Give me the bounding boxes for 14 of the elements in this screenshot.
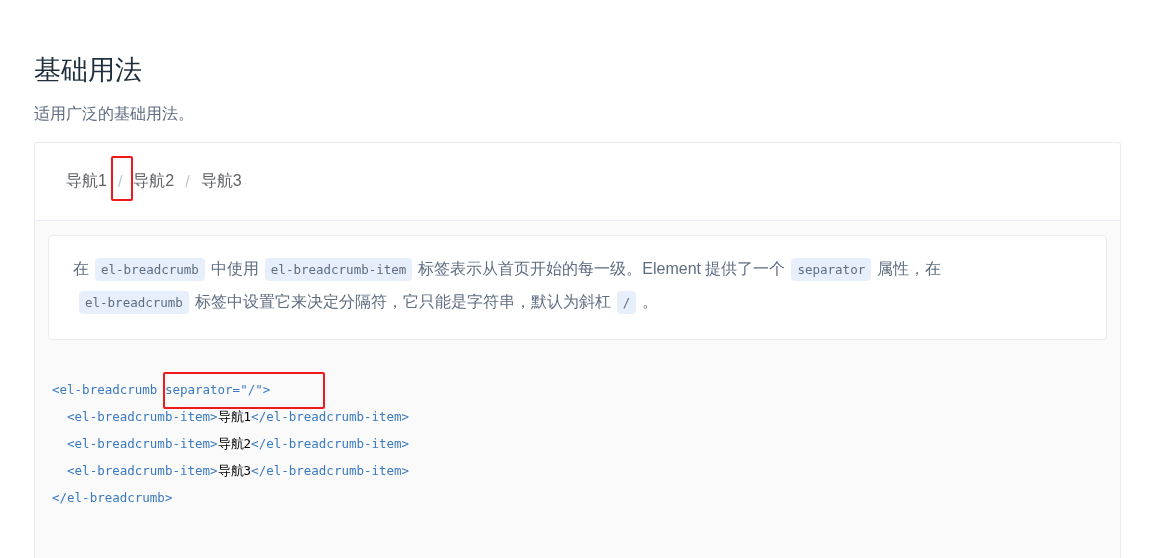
breadcrumb-item[interactable]: 导航2 [133, 171, 175, 192]
code-line: <el-breadcrumb separator="/"> [52, 381, 271, 399]
section-description: 适用广泛的基础用法。 [34, 104, 195, 124]
highlight-box [110, 155, 133, 201]
breadcrumb-item[interactable]: 导航3 [200, 171, 242, 192]
tip-paragraph: 在 el-breadcrumb 中使用 el-breadcrumb-item 标签表示从首页开始的每一级。Element 提供了一个 separator 属性，在 el-breadcrumb 标签中设置它来决定分隔符，它只能是字符串，默认为斜杠 / 。 [48, 235, 1107, 340]
breadcrumb-item[interactable]: 导航1 [66, 171, 107, 192]
code-line: <el-breadcrumb-item>导航3</el-breadcrumb-item> [66, 462, 410, 480]
code-line: <el-breadcrumb-item>导航2</el-breadcrumb-item> [66, 435, 410, 453]
breadcrumb-separator: / [185, 172, 190, 191]
code-line: </el-breadcrumb> [52, 489, 173, 507]
section-title: 基础用法 [34, 54, 143, 87]
breadcrumb-separator: / [117, 172, 123, 191]
code-line: <el-breadcrumb-item>导航1</el-breadcrumb-item> [66, 408, 410, 426]
